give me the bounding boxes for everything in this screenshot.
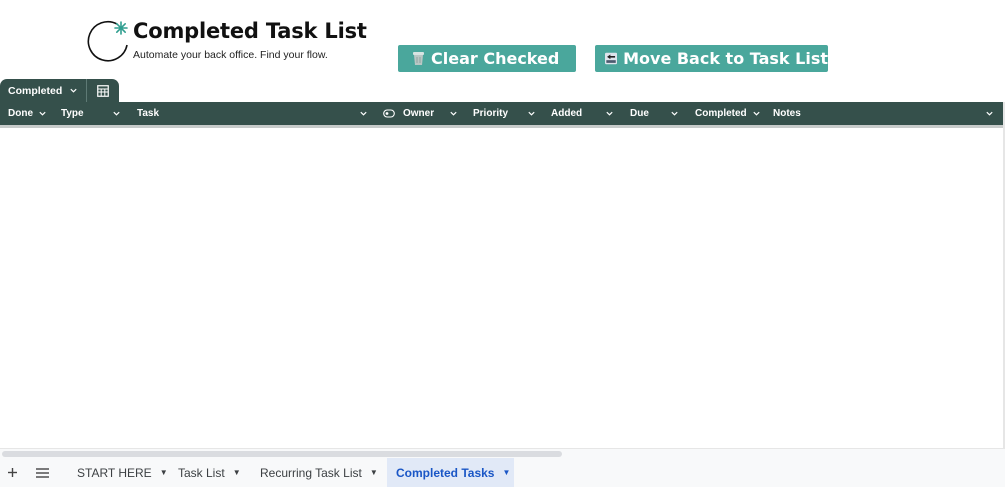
- all-sheets-button[interactable]: [32, 458, 52, 487]
- column-header-owner[interactable]: Owner: [403, 102, 434, 125]
- caret-down-icon[interactable]: ▼: [160, 468, 168, 477]
- page-title: Completed Task List: [133, 19, 367, 43]
- add-sheet-button[interactable]: [2, 458, 22, 487]
- chevron-down-icon[interactable]: [527, 109, 536, 118]
- clear-checked-button[interactable]: Clear Checked: [398, 45, 576, 72]
- chevron-down-icon[interactable]: [605, 109, 614, 118]
- tagline: Automate your back office. Find your flo…: [133, 49, 328, 61]
- chevron-down-icon[interactable]: [670, 109, 679, 118]
- move-back-label: Move Back to Task List: [623, 49, 828, 68]
- sheet-tab-start-here[interactable]: START HERE ▼: [68, 458, 177, 487]
- sheet-tab-task-list[interactable]: Task List ▼: [169, 458, 250, 487]
- sheet-tab-completed-tasks[interactable]: Completed Tasks ▼: [387, 458, 514, 487]
- table-tab-label: Completed: [8, 84, 63, 97]
- column-header-priority[interactable]: Priority: [473, 102, 508, 125]
- chevron-down-icon[interactable]: [112, 109, 121, 118]
- move-back-button[interactable]: Move Back to Task List: [595, 45, 828, 72]
- column-header-type[interactable]: Type: [61, 102, 84, 125]
- chevron-down-icon[interactable]: [449, 109, 458, 118]
- table-header-row: Done Type Task Owner Priority Added Due …: [0, 102, 1003, 125]
- back-arrow-icon: [605, 52, 618, 65]
- column-header-done[interactable]: Done: [8, 102, 47, 125]
- clear-checked-label: Clear Checked: [431, 49, 560, 68]
- caret-down-icon[interactable]: ▼: [502, 468, 510, 477]
- logo-icon: [87, 20, 128, 62]
- sheet-tab-recurring-task-list[interactable]: Recurring Task List ▼: [251, 458, 387, 487]
- sheet-tabs-bar: START HERE ▼ Task List ▼ Recurring Task Li…: [0, 458, 1005, 487]
- trash-icon: [413, 52, 424, 65]
- column-header-completed[interactable]: Completed: [695, 102, 761, 125]
- scrollbar-thumb[interactable]: [2, 451, 562, 457]
- caret-down-icon[interactable]: ▼: [370, 468, 378, 477]
- horizontal-scrollbar[interactable]: [0, 448, 1005, 458]
- caret-down-icon[interactable]: ▼: [233, 468, 241, 477]
- chevron-down-icon[interactable]: [985, 109, 994, 118]
- table-icon: [97, 84, 109, 97]
- chevron-down-icon: [70, 88, 77, 93]
- header-divider: [0, 125, 1003, 128]
- chevron-down-icon[interactable]: [359, 109, 368, 118]
- person-chip-icon: [383, 109, 395, 118]
- table-view-dropdown[interactable]: Completed: [0, 79, 87, 102]
- column-header-added[interactable]: Added: [551, 102, 582, 125]
- table-tab: Completed: [0, 79, 119, 102]
- plus-icon: [7, 468, 17, 477]
- chevron-down-icon[interactable]: [38, 109, 47, 118]
- chevron-down-icon[interactable]: [752, 109, 761, 118]
- table-menu-button[interactable]: [87, 84, 119, 97]
- column-header-due[interactable]: Due: [630, 102, 649, 125]
- column-header-notes[interactable]: Notes: [773, 102, 801, 125]
- column-header-task[interactable]: Task: [137, 102, 159, 125]
- menu-icon: [35, 467, 49, 478]
